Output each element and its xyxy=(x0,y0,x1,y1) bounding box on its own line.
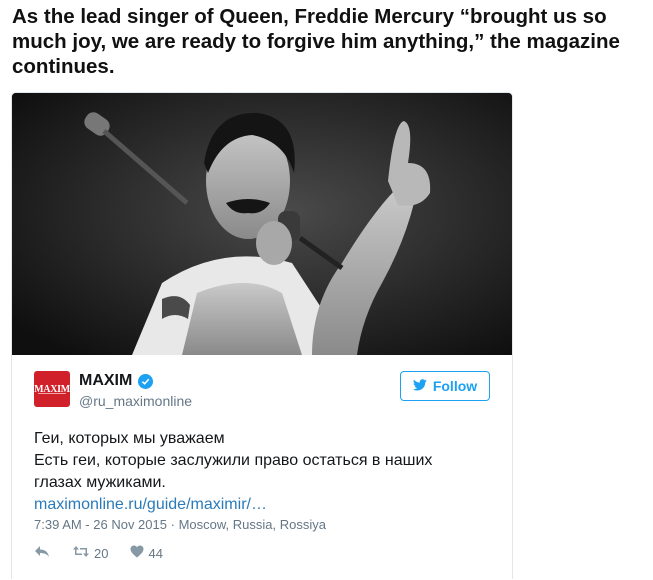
tweet-link[interactable]: maximonline.ru/guide/maximir/… xyxy=(34,496,267,513)
tweet-photo[interactable] xyxy=(12,93,512,355)
singer-photo xyxy=(12,93,512,355)
tweet-line: Геи, которых мы уважаем xyxy=(34,430,225,447)
meta-separator: · xyxy=(170,517,179,532)
follow-label: Follow xyxy=(432,378,478,394)
embedded-tweet: MAXIM MAXIM @ru_maximonline Follow Геи, … xyxy=(11,92,513,579)
like-count: 44 xyxy=(148,545,163,561)
retweet-button[interactable]: 20 xyxy=(72,545,108,561)
avatar-underline xyxy=(38,393,66,394)
reply-button[interactable] xyxy=(34,545,50,561)
retweet-icon xyxy=(72,545,90,561)
tweet-line: глазах мужиками. xyxy=(34,474,166,491)
heart-icon xyxy=(130,545,144,561)
twitter-bird-icon xyxy=(412,378,427,394)
tweet-author: MAXIM MAXIM @ru_maximonline Follow xyxy=(34,371,490,411)
follow-button[interactable]: Follow xyxy=(400,371,490,401)
tweet-meta: 7:39 AM - 26 Nov 2015 · Moscow, Russia, … xyxy=(34,517,326,532)
tweet-line: Есть геи, которые заслужили право остать… xyxy=(34,452,433,469)
like-button[interactable]: 44 xyxy=(130,545,163,561)
tweet-actions: 20 44 xyxy=(34,545,163,561)
user-handle[interactable]: @ru_maximonline xyxy=(79,393,192,409)
tweet-timestamp[interactable]: 7:39 AM - 26 Nov 2015 xyxy=(34,517,167,532)
reply-icon xyxy=(34,545,50,561)
article-paragraph: As the lead singer of Queen, Freddie Mer… xyxy=(12,5,620,78)
display-name[interactable]: MAXIM xyxy=(79,372,132,390)
tweet-location[interactable]: Moscow, Russia, Rossiya xyxy=(179,517,326,532)
name-row: MAXIM xyxy=(79,372,154,390)
avatar[interactable]: MAXIM xyxy=(34,371,70,407)
tweet-text: Геи, которых мы уважаем Есть геи, которы… xyxy=(34,428,490,516)
retweet-count: 20 xyxy=(94,545,109,561)
verified-icon xyxy=(138,373,154,389)
